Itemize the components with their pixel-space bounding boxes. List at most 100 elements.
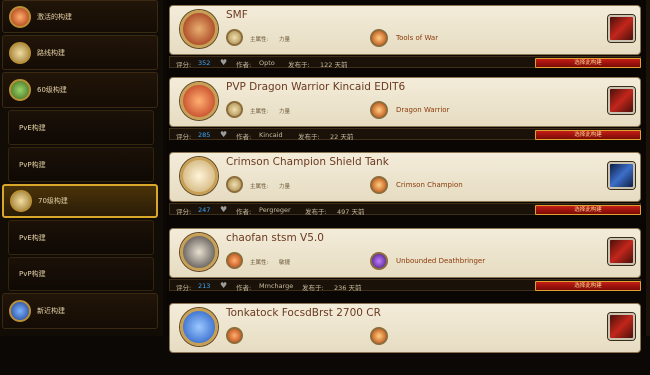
- level-60-icon: [9, 79, 31, 101]
- shield-spec-icon: [180, 157, 218, 195]
- build-info-bar: 评分: 352 ♥ 作者: Opto 发布于: 122 天前 选择此构建: [169, 56, 641, 69]
- main-stat-icon: [226, 29, 243, 46]
- published-label: 发布于:: [305, 208, 327, 216]
- build-card-header[interactable]: chaofan stsm V5.0 主属性: 敏捷 Unbounded Deat…: [169, 228, 641, 278]
- main-stat-icon: [226, 101, 243, 118]
- sidebar-item-level-70-pve[interactable]: PvE构建: [8, 220, 154, 255]
- main-stat-value: 力量: [279, 37, 291, 43]
- build-card: chaofan stsm V5.0 主属性: 敏捷 Unbounded Deat…: [166, 228, 650, 300]
- sidebar-item-recent-builds[interactable]: 新近构建: [2, 293, 158, 329]
- main-stat-value: 敏捷: [279, 260, 291, 266]
- build-card-header[interactable]: SMF 主属性: 力量 Tools of War: [169, 5, 641, 55]
- select-build-button[interactable]: 选择此构建: [535, 205, 641, 215]
- build-category-sidebar: 激活的构建 路线构建 60级构建 PvE构建 PvP构建 70级构建 PvE构建…: [0, 0, 163, 336]
- heart-icon[interactable]: ♥: [220, 58, 227, 67]
- published-label: 发布于:: [288, 61, 310, 69]
- main-stat-value: 力量: [279, 184, 291, 190]
- shield-class-icon: [608, 162, 635, 189]
- warrior-class-icon: [608, 15, 635, 42]
- heart-icon[interactable]: ♥: [220, 130, 227, 139]
- score-value: 285: [198, 131, 211, 139]
- sidebar-item-label: 路线构建: [37, 48, 65, 57]
- blue-rune-spec-icon: [180, 308, 218, 346]
- artifact-icon: [370, 327, 388, 345]
- score-label: 评分:: [176, 133, 192, 141]
- sidebar-item-label: PvP构建: [19, 160, 46, 169]
- dragon-spec-icon: [180, 82, 218, 120]
- build-title: Tonkatock FocsdBrst 2700 CR: [226, 307, 381, 319]
- build-title: PVP Dragon Warrior Kincaid EDIT6: [226, 81, 406, 93]
- select-build-button[interactable]: 选择此构建: [535, 281, 641, 291]
- main-stat-label: 主属性:: [250, 184, 269, 190]
- author-name[interactable]: Kincaid: [259, 131, 283, 139]
- main-stat-label: 主属性:: [250, 109, 269, 115]
- tree-icon: [9, 41, 31, 64]
- build-card: PVP Dragon Warrior Kincaid EDIT6 主属性: 力量…: [166, 77, 650, 149]
- sidebar-item-label: 70级构建: [38, 197, 68, 205]
- select-build-button[interactable]: 选择此构建: [535, 58, 641, 68]
- heart-icon[interactable]: ♥: [220, 281, 227, 290]
- score-label: 评分:: [176, 284, 192, 292]
- sidebar-item-active-builds[interactable]: 激活的构建: [2, 0, 158, 33]
- build-card-header[interactable]: Tonkatock FocsdBrst 2700 CR: [169, 303, 641, 353]
- select-build-button[interactable]: 选择此构建: [535, 130, 641, 140]
- main-stat-value: 力量: [279, 109, 291, 115]
- score-label: 评分:: [176, 61, 192, 69]
- author-label: 作者:: [236, 284, 252, 292]
- sidebar-item-level-60-pvp[interactable]: PvP构建: [8, 147, 154, 182]
- author-label: 作者:: [236, 133, 252, 141]
- build-title: Crimson Champion Shield Tank: [226, 156, 389, 168]
- main-stat-icon: [226, 252, 243, 269]
- author-name[interactable]: Mmcharge: [259, 282, 293, 290]
- warrior-class-icon: [608, 87, 635, 114]
- sidebar-item-label: PvE构建: [19, 123, 46, 132]
- sidebar-item-label: PvE构建: [19, 233, 46, 242]
- published-age: 122 天前: [320, 61, 348, 69]
- swords-icon: [9, 5, 31, 28]
- build-title: chaofan stsm V5.0: [226, 232, 324, 244]
- build-card-header[interactable]: Crimson Champion Shield Tank 主属性: 力量 Cri…: [169, 152, 641, 202]
- sidebar-item-label: PvP构建: [19, 270, 46, 278]
- sidebar-item-level-70[interactable]: 70级构建: [2, 184, 158, 218]
- level-70-icon: [10, 190, 32, 212]
- artifact-icon: [370, 101, 388, 119]
- build-info-bar: 评分: 213 ♥ 作者: Mmcharge 发布于: 236 天前 选择此构建: [169, 279, 641, 292]
- build-title: SMF: [226, 9, 248, 21]
- scrollbar[interactable]: [646, 0, 650, 336]
- author-name[interactable]: Pergreger: [259, 206, 291, 214]
- build-card: Crimson Champion Shield Tank 主属性: 力量 Cri…: [166, 152, 650, 224]
- build-list: SMF 主属性: 力量 Tools of War 评分: 352 ♥ 作者: O…: [166, 0, 650, 353]
- build-card-header[interactable]: PVP Dragon Warrior Kincaid EDIT6 主属性: 力量…: [169, 77, 641, 127]
- score-value: 213: [198, 282, 211, 290]
- published-age: 497 天前: [337, 208, 365, 216]
- author-name[interactable]: Opto: [259, 59, 275, 67]
- sidebar-item-path-builds[interactable]: 路线构建: [2, 35, 158, 70]
- published-age: 236 天前: [334, 284, 362, 292]
- main-stat-icon: [226, 176, 243, 193]
- sidebar-item-level-70-pvp[interactable]: PvP构建: [8, 257, 154, 291]
- score-value: 247: [198, 206, 211, 214]
- published-label: 发布于:: [302, 284, 324, 292]
- sidebar-item-label: 激活的构建: [37, 12, 72, 21]
- artifact-icon: [370, 252, 388, 270]
- heart-icon[interactable]: ♥: [220, 205, 227, 214]
- sidebar-item-level-60[interactable]: 60级构建: [2, 72, 158, 108]
- sidebar-item-label: 新近构建: [37, 307, 65, 315]
- artifact-name: Dragon Warrior: [396, 106, 450, 114]
- published-age: 22 天前: [330, 133, 354, 141]
- build-info-bar: 评分: 285 ♥ 作者: Kincaid 发布于: 22 天前 选择此构建: [169, 128, 641, 141]
- score-label: 评分:: [176, 208, 192, 216]
- main-stat-label: 主属性:: [250, 37, 269, 43]
- build-card: Tonkatock FocsdBrst 2700 CR: [166, 303, 650, 375]
- score-value: 352: [198, 59, 211, 67]
- artifact-icon: [370, 176, 388, 194]
- dragon-head-spec-icon: [180, 233, 218, 271]
- sidebar-item-level-60-pve[interactable]: PvE构建: [8, 110, 154, 145]
- author-label: 作者:: [236, 61, 252, 69]
- artifact-name: Unbounded Deathbringer: [396, 257, 486, 265]
- sidebar-item-label: 60级构建: [37, 86, 67, 94]
- crossed-swords-spec-icon: [180, 10, 218, 48]
- main-stat-label: 主属性:: [250, 260, 269, 266]
- build-info-bar: 评分: 247 ♥ 作者: Pergreger 发布于: 497 天前 选择此构…: [169, 203, 641, 216]
- blue-rune-icon: [9, 300, 31, 322]
